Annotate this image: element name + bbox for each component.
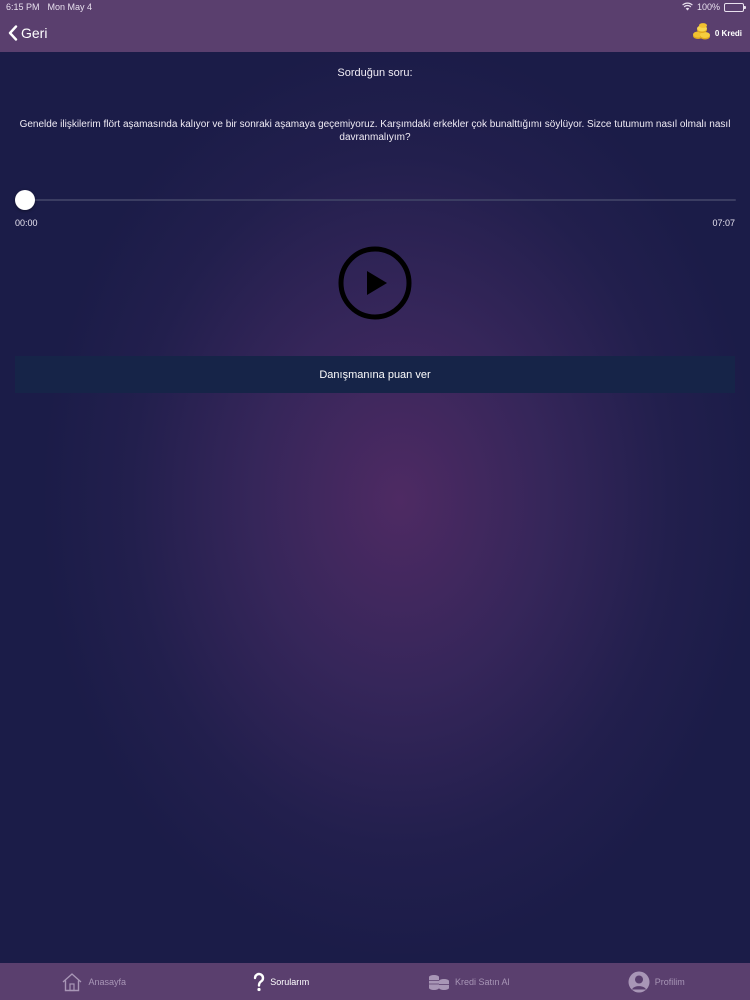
play-button[interactable] — [337, 245, 413, 321]
tab-profile[interactable]: Profilim — [563, 963, 750, 1000]
total-time: 07:07 — [712, 218, 735, 228]
screen: 6:15 PM Mon May 4 100% Geri 0 Kredi Sord… — [0, 0, 750, 1000]
tab-questions[interactable]: Sorularım — [188, 963, 376, 1000]
credit-indicator[interactable]: 0 Kredi — [692, 22, 742, 45]
status-bar: 6:15 PM Mon May 4 100% — [0, 0, 750, 14]
chevron-left-icon — [8, 25, 18, 41]
credit-label: 0 Kredi — [714, 28, 742, 38]
battery-percent: 100% — [696, 2, 720, 12]
tab-home[interactable]: Anasayfa — [0, 963, 188, 1000]
tab-questions-label: Sorularım — [270, 976, 310, 987]
status-date: Mon May 4 — [47, 2, 93, 12]
coins-icon — [428, 973, 450, 991]
tab-buy-credit[interactable]: Kredi Satın Al — [375, 963, 563, 1000]
tab-profile-label: Profilim — [654, 976, 685, 987]
current-time: 00:00 — [15, 218, 38, 228]
audio-progress-thumb[interactable] — [15, 190, 35, 210]
back-button[interactable]: Geri — [8, 25, 47, 41]
status-time: 6:15 PM — [6, 2, 40, 12]
play-icon — [337, 246, 413, 325]
coins-icon — [692, 22, 712, 45]
question-heading: Sorduğun soru: — [337, 67, 413, 79]
user-icon — [628, 971, 650, 993]
back-label: Geri — [21, 25, 48, 41]
tab-home-label: Anasayfa — [88, 976, 127, 987]
question-text: Genelde ilişkilerim flört aşamasında kal… — [19, 119, 731, 143]
tab-buy-credit-label: Kredi Satın Al — [454, 976, 510, 987]
home-icon — [61, 972, 83, 992]
rate-advisor-button[interactable]: Danışmanına puan ver — [15, 356, 735, 393]
tab-bar: Anasayfa Sorularım Kredi Satın Al Profil… — [0, 963, 750, 1000]
nav-bar: Geri 0 Kredi — [0, 14, 750, 52]
audio-progress-track[interactable] — [22, 199, 736, 201]
battery-icon — [724, 2, 746, 12]
wifi-icon — [682, 2, 693, 13]
question-icon — [253, 972, 265, 992]
